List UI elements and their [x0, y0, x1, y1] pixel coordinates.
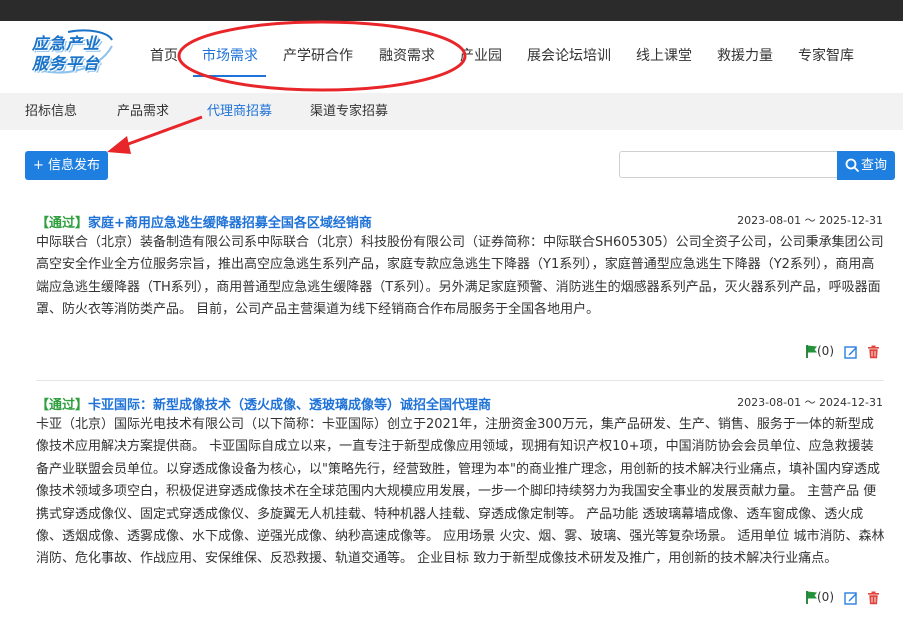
delete-button[interactable] — [867, 344, 880, 363]
edit-button[interactable] — [844, 590, 858, 609]
search-button-label: 查询 — [860, 158, 887, 173]
listing-item: 【通过】家庭+商用应急逃生缓降器招募全国各区域经销商 2023-08-01 ～ … — [36, 212, 886, 362]
listing-title-link[interactable]: 【通过】家庭+商用应急逃生缓降器招募全国各区域经销商 — [36, 212, 372, 231]
subnav-item-product-demand[interactable]: 产品需求 — [117, 93, 169, 130]
nav-item-market-demand[interactable]: 市场需求 — [202, 21, 258, 91]
listing-title: 家庭+商用应急逃生缓降器招募全国各区域经销商 — [88, 216, 372, 231]
nav-item-home[interactable]: 首页 — [150, 21, 178, 91]
listing-status: 【通过】 — [36, 398, 89, 413]
list-divider — [36, 380, 884, 381]
listing-actions: (0) — [803, 344, 883, 362]
search-button[interactable]: 查询 — [837, 151, 895, 180]
listing-date-range: 2023-08-01 ～ 2025-12-31 — [737, 214, 883, 227]
nav-active-underline — [193, 75, 266, 77]
nav-item-experts[interactable]: 专家智库 — [798, 21, 854, 91]
nav-item-online-class[interactable]: 线上课堂 — [636, 21, 692, 91]
subnav-item-agent-recruit[interactable]: 代理商招募 — [207, 93, 272, 130]
edit-icon — [844, 346, 857, 359]
browser-top-bar — [0, 0, 903, 21]
subnav-item-channel-expert[interactable]: 渠道专家招募 — [310, 93, 388, 130]
edit-button[interactable] — [844, 344, 858, 363]
sub-nav: 招标信息 产品需求 代理商招募 渠道专家招募 — [0, 93, 903, 130]
listing-description: 中际联合（北京）装备制造有限公司系中际联合（北京）科技股份有限公司（证券简称：中… — [36, 235, 884, 318]
listing-description: 卡亚（北京）国际光电技术有限公司（以下简称：卡亚国际）创立于2021年，注册资金… — [36, 417, 885, 567]
site-logo[interactable]: 应急产业 服务平台 — [28, 28, 114, 76]
annotation-arrow-head-icon — [107, 136, 131, 154]
publish-button[interactable]: + 信息发布 — [25, 151, 108, 180]
nav-item-financing[interactable]: 融资需求 — [379, 21, 435, 91]
listing-date-range: 2023-08-01 ～ 2024-12-31 — [737, 396, 883, 409]
flag-count: (0) — [817, 590, 834, 604]
edit-icon — [844, 592, 857, 605]
nav-item-industry-academia[interactable]: 产学研合作 — [283, 21, 353, 91]
listing-item: 【通过】卡亚国际：新型成像技术（透火成像、透玻璃成像等）诚招全国代理商 2023… — [36, 394, 886, 609]
subnav-item-tender[interactable]: 招标信息 — [25, 93, 77, 130]
listing-title-link[interactable]: 【通过】卡亚国际：新型成像技术（透火成像、透玻璃成像等）诚招全国代理商 — [36, 394, 491, 413]
nav-item-exhibition[interactable]: 展会论坛培训 — [527, 21, 611, 91]
search-input[interactable] — [619, 151, 837, 178]
flag-count: (0) — [817, 344, 834, 358]
nav-item-rescue[interactable]: 救援力量 — [717, 21, 773, 91]
logo-text-line2: 服务平台 — [32, 54, 101, 73]
trash-icon — [868, 591, 879, 605]
listing-actions: (0) — [803, 590, 883, 608]
delete-button[interactable] — [867, 590, 880, 609]
nav-item-industrial-park[interactable]: 产业园 — [460, 21, 502, 91]
search-icon — [845, 158, 859, 172]
listing-title: 卡亚国际：新型成像技术（透火成像、透玻璃成像等）诚招全国代理商 — [88, 398, 492, 413]
listing-status: 【通过】 — [36, 216, 89, 231]
trash-icon — [868, 345, 879, 359]
